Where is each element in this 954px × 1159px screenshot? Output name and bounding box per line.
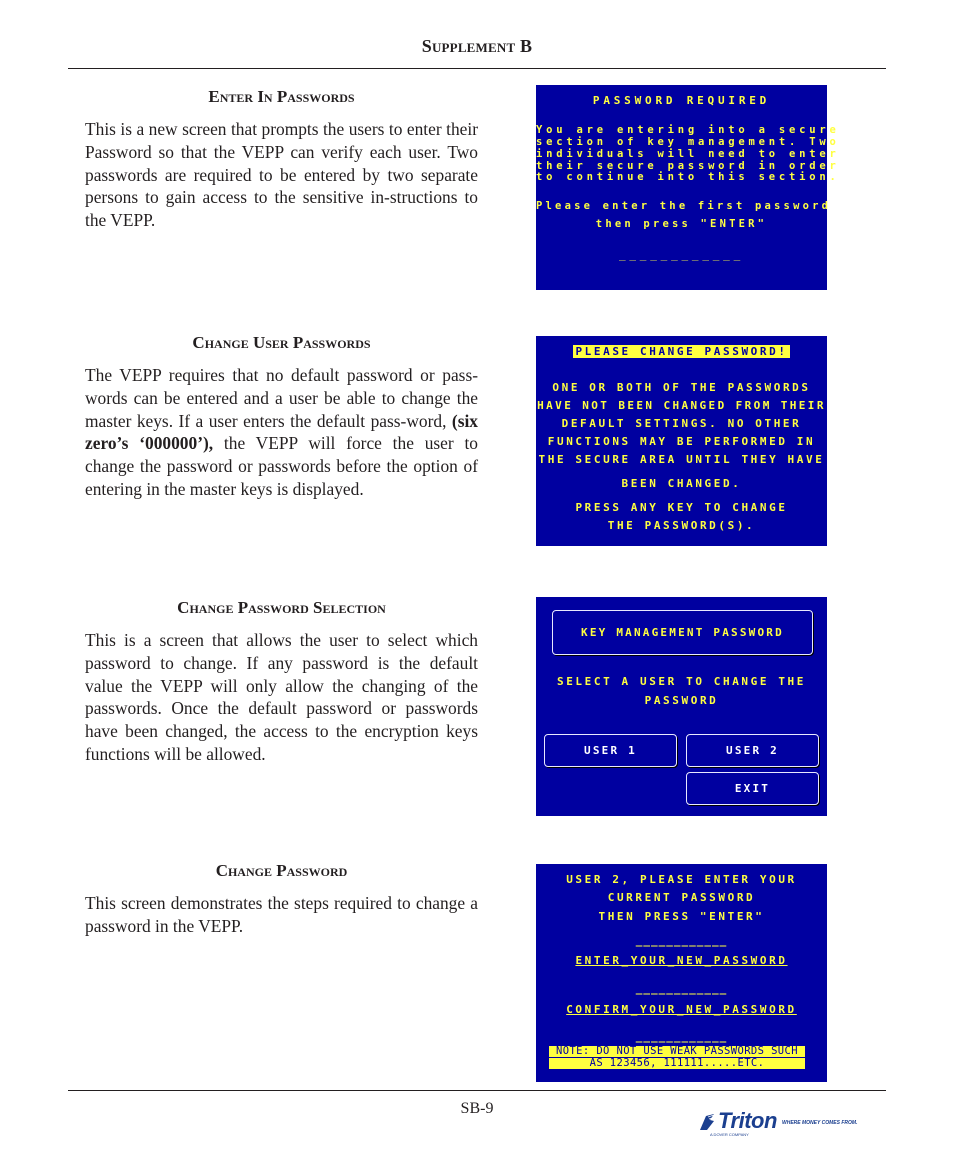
section-body: The VEPP requires that no default passwo… [85, 364, 478, 501]
new-password-label: ENTER_YOUR_NEW_PASSWORD [575, 954, 788, 967]
button-label: USER 2 [726, 744, 779, 757]
section-change-user-passwords: Change User Passwords The VEPP requires … [85, 333, 478, 501]
screen-text-line: ONE OR BOTH OF THE PASSWORDS [552, 381, 811, 394]
triton-mark-icon [700, 1112, 716, 1130]
screen-text-line: section of key management. Two [536, 136, 840, 148]
screen-prompt: PASSWORD [644, 694, 719, 707]
screen-text-line: THE SECURE AREA UNTIL THEY HAVE [538, 453, 825, 466]
weak-password-note-line1: NOTE: DO NOT USE WEAK PASSWORDS SUCH [549, 1046, 805, 1057]
user-1-button[interactable]: USER 1 [544, 734, 677, 767]
logo-name: Triton [718, 1108, 777, 1133]
exit-button[interactable]: EXIT [686, 772, 819, 805]
screen-prompt: SELECT A USER TO CHANGE THE [556, 675, 806, 688]
section-body: This is a screen that allows the user to… [85, 630, 478, 764]
section-heading: Change Password [215, 861, 348, 880]
screen-prompt: then press "ENTER" [595, 218, 768, 230]
screen-prompt: Please enter the first password [536, 200, 832, 212]
triton-logo: Triton WHERE MONEY COMES FROM. A DOVER C… [698, 1108, 868, 1138]
button-label: EXIT [734, 782, 771, 795]
screen-text-line: THEN PRESS "ENTER" [598, 910, 765, 923]
screen-text-line: HAVE NOT BEEN CHANGED FROM THEIR [537, 399, 826, 412]
key-management-title-box: KEY MANAGEMENT PASSWORD [552, 610, 813, 655]
current-password-mask[interactable]: ____________ [536, 934, 827, 947]
weak-password-note-line2: AS 123456, 111111.....ETC. [549, 1058, 805, 1069]
screen-title: PASSWORD REQUIRED [592, 94, 771, 107]
confirm-password-mask[interactable]: ____________ [536, 1030, 827, 1043]
section-enter-in-passwords: Enter In Passwords This is a new screen … [85, 87, 478, 232]
password-input-mask[interactable]: ____________ [536, 248, 827, 261]
screen-banner: PLEASE CHANGE PASSWORD! [536, 345, 827, 358]
new-password-mask[interactable]: ____________ [536, 982, 827, 995]
atm-screen-password-selection: KEY MANAGEMENT PASSWORD SELECT A USER TO… [536, 597, 827, 816]
atm-screen-password-required: PASSWORD REQUIRED You are entering into … [536, 85, 840, 290]
body-text: The VEPP requires that no default passwo… [85, 365, 478, 431]
section-heading: Change Password Selection [177, 598, 386, 617]
screen-text-line: to continue into this section. [536, 171, 840, 183]
section-change-password: Change Password This screen demonstrates… [85, 861, 478, 938]
section-heading: Enter In Passwords [208, 87, 355, 106]
atm-screen-change-password: USER 2, PLEASE ENTER YOUR CURRENT PASSWO… [536, 864, 827, 1082]
screen-text-line: DEFAULT SETTINGS. NO OTHER [561, 417, 802, 430]
screen-prompt: THE PASSWORD(S). [607, 519, 756, 532]
screen-text-line: USER 2, PLEASE ENTER YOUR [566, 873, 797, 886]
logo-tagline: WHERE MONEY COMES FROM. [782, 1120, 858, 1126]
section-body: This screen demonstrates the steps requi… [85, 893, 478, 936]
logo-subtitle: A DOVER COMPANY [710, 1132, 749, 1137]
footer-divider [68, 1090, 886, 1091]
screen-text-line: You are entering into a secure [536, 124, 840, 136]
page-header-title: Supplement B [421, 36, 533, 56]
screen-text-line: CURRENT PASSWORD [607, 891, 756, 904]
button-label: USER 1 [584, 744, 637, 757]
section-body: This is a new screen that prompts the us… [85, 119, 478, 231]
atm-screen-please-change-password: PLEASE CHANGE PASSWORD! ONE OR BOTH OF T… [536, 336, 827, 546]
warning-banner: PLEASE CHANGE PASSWORD! [573, 345, 790, 358]
header-divider [68, 68, 886, 69]
screen-text-line: BEEN CHANGED. [621, 477, 742, 490]
user-2-button[interactable]: USER 2 [686, 734, 819, 767]
screen-text-line: FUNCTIONS MAY BE PERFORMED IN [547, 435, 816, 448]
screen-prompt: PRESS ANY KEY TO CHANGE [575, 501, 788, 514]
screen-text-line: individuals will need to enter [536, 148, 840, 160]
section-change-password-selection: Change Password Selection This is a scre… [85, 598, 478, 766]
section-heading: Change User Passwords [192, 333, 371, 352]
screen-title: KEY MANAGEMENT PASSWORD [581, 626, 784, 639]
confirm-password-label: CONFIRM_YOUR_NEW_PASSWORD [566, 1003, 797, 1016]
